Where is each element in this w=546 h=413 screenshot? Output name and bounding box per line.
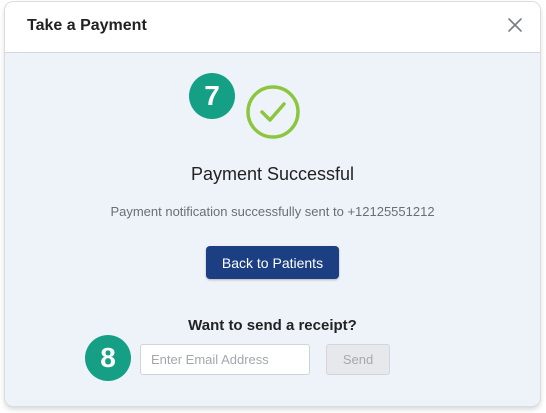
send-receipt-button[interactable]: Send [326, 344, 390, 375]
checkmark-circle-icon [245, 84, 301, 140]
receipt-prompt: Want to send a receipt? [188, 317, 357, 334]
step-badge-8: 8 [85, 335, 131, 381]
notification-message: Payment notification successfully sent t… [110, 204, 435, 219]
modal-title: Take a Payment [27, 17, 147, 34]
step-badge-7: 7 [189, 73, 235, 119]
email-address-input[interactable] [140, 344, 310, 375]
take-payment-modal: Take a Payment 7 Payment Successful Paym… [5, 2, 540, 406]
close-icon[interactable] [504, 14, 526, 36]
modal-header: Take a Payment [5, 2, 540, 53]
payment-success-title: Payment Successful [190, 164, 355, 184]
back-to-patients-button[interactable]: Back to Patients [206, 246, 339, 279]
